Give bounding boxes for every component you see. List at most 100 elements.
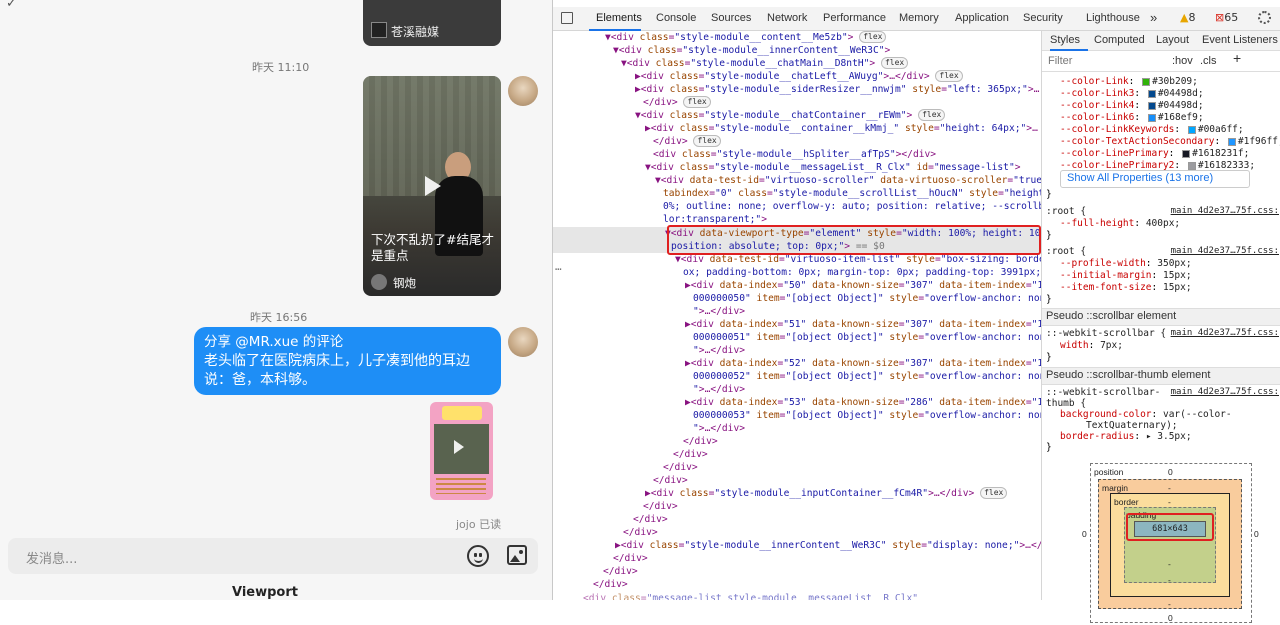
dom-node[interactable]: 0%; outline: none; overflow-y: auto; pos…: [663, 200, 1041, 213]
css-property[interactable]: --item-font-size: 15px;: [1060, 282, 1192, 294]
dom-node[interactable]: ▶<div data-index="50" data-known-size="3…: [685, 279, 1041, 292]
avatar[interactable]: [508, 76, 538, 106]
dom-node[interactable]: ▶<div data-index="51" data-known-size="3…: [685, 318, 1041, 331]
source-link[interactable]: main_4d2e37…75f.css:: [1171, 328, 1279, 340]
dom-node[interactable]: </div> flex: [643, 96, 711, 109]
close-icon[interactable]: ✓: [6, 0, 17, 11]
add-rule-icon[interactable]: +: [1233, 51, 1241, 64]
dom-tree[interactable]: ▼<div class="style-module__content__Me5z…: [553, 31, 1041, 600]
css-property[interactable]: --full-height: 400px;: [1060, 218, 1180, 230]
source-link[interactable]: main_4d2e37…75f.css:: [1171, 387, 1279, 399]
dom-node[interactable]: 000000052" item="[object Object]" style=…: [693, 370, 1041, 383]
css-property[interactable]: border-radius: ▸ 3.5px;: [1060, 431, 1192, 443]
more-tabs-icon[interactable]: »: [1150, 10, 1157, 25]
dom-node[interactable]: </div> flex: [653, 135, 721, 148]
tab-event-listeners[interactable]: Event Listeners: [1202, 34, 1278, 47]
dom-node[interactable]: tabindex="0" class="style-module__scroll…: [663, 187, 1041, 200]
css-property[interactable]: --color-Link3: #04498d;: [1060, 88, 1204, 100]
cls-toggle[interactable]: .cls: [1200, 55, 1217, 68]
dom-node[interactable]: </div>: [623, 526, 658, 539]
css-property[interactable]: --color-TextActionSecondary: #1f96ff;: [1060, 136, 1280, 148]
tab-network[interactable]: Network: [767, 12, 807, 24]
box-model-diagram[interactable]: position 0 0 0 margin - border - padding…: [1082, 463, 1259, 623]
css-property[interactable]: --profile-width: 350px;: [1060, 258, 1192, 270]
css-property[interactable]: --color-Link4: #04498d;: [1060, 100, 1204, 112]
inspect-element-icon[interactable]: [561, 12, 573, 24]
css-property[interactable]: width: 7px;: [1060, 340, 1123, 352]
show-all-properties-button[interactable]: Show All Properties (13 more): [1060, 170, 1250, 188]
tab-security[interactable]: Security: [1023, 12, 1063, 24]
dom-node[interactable]: 000000050" item="[object Object]" style=…: [693, 292, 1041, 305]
warnings-badge[interactable]: ▲8: [1180, 11, 1195, 24]
dom-node[interactable]: ▶<div class="style-module__container__kM…: [645, 122, 1038, 135]
tab-console[interactable]: Console: [656, 12, 696, 24]
video-message-card[interactable]: 下次不乱扔了#结尾才是重点 钢炮: [363, 76, 501, 296]
css-selector[interactable]: ::-webkit-scrollbar-: [1046, 387, 1160, 399]
dom-node[interactable]: ▼<div data-test-id="virtuoso-scroller" d…: [655, 174, 1041, 187]
dom-node[interactable]: ▶<div class="style-module__inputContaine…: [645, 487, 1008, 500]
dom-node[interactable]: </div>: [653, 474, 688, 487]
play-icon[interactable]: [425, 176, 441, 196]
css-selector[interactable]: ::-webkit-scrollbar {: [1046, 328, 1166, 340]
tab-styles[interactable]: Styles: [1050, 34, 1080, 47]
tab-elements[interactable]: Elements: [596, 12, 642, 24]
dom-node[interactable]: ox; padding-bottom: 0px; margin-top: 0px…: [683, 266, 1041, 279]
css-property[interactable]: --color-LinkKeywords: #00a6ff;: [1060, 124, 1244, 136]
emoji-icon[interactable]: [467, 545, 489, 567]
tab-application[interactable]: Application: [955, 12, 1009, 24]
video-message-small[interactable]: [430, 402, 493, 500]
image-upload-icon[interactable]: [507, 545, 527, 565]
shared-comment-bubble[interactable]: 分享 @MR.xue 的评论 老头临了在医院病床上，儿子凑到他的耳边说：爸，本科…: [194, 327, 501, 395]
dom-node[interactable]: 000000051" item="[object Object]" style=…: [693, 331, 1041, 344]
filter-input[interactable]: Filter: [1048, 55, 1072, 68]
play-icon[interactable]: [454, 440, 464, 454]
dom-node[interactable]: </div>: [613, 552, 648, 565]
css-selector[interactable]: thumb {: [1046, 398, 1086, 410]
tab-performance[interactable]: Performance: [823, 12, 886, 24]
errors-badge[interactable]: ⊠65: [1215, 11, 1238, 24]
tab-memory[interactable]: Memory: [899, 12, 939, 24]
css-property[interactable]: --color-Link: #30b209;: [1060, 76, 1198, 88]
dom-node[interactable]: ">…</div>: [693, 305, 745, 318]
source-link[interactable]: main_4d2e37…75f.css:: [1171, 206, 1279, 218]
dom-node[interactable]: </div>: [633, 513, 668, 526]
dom-node[interactable]: ▼<div class="style-module__innerContent_…: [613, 44, 890, 57]
dom-node[interactable]: <div class="style-module__hSpliter__afTp…: [653, 148, 936, 161]
tab-sources[interactable]: Sources: [711, 12, 751, 24]
dom-node[interactable]: 000000053" item="[object Object]" style=…: [693, 409, 1041, 422]
dom-node[interactable]: ">…</div>: [693, 383, 745, 396]
dom-node[interactable]: ▶<div data-index="53" data-known-size="2…: [685, 396, 1041, 409]
css-property[interactable]: --color-LinePrimary: #1618231f;: [1060, 148, 1249, 160]
css-property[interactable]: background-color: var(--color-: [1060, 409, 1232, 421]
tab-computed[interactable]: Computed: [1094, 34, 1145, 47]
dom-node[interactable]: </div>: [603, 565, 638, 578]
hov-toggle[interactable]: :hov: [1172, 55, 1193, 68]
gear-icon[interactable]: [1258, 11, 1271, 24]
source-link[interactable]: main_4d2e37…75f.css:: [1171, 246, 1279, 258]
avatar[interactable]: [508, 327, 538, 357]
dom-node[interactable]: ▶<div class="style-module__chatLeft__AWu…: [635, 70, 963, 83]
dom-node[interactable]: ▼<div class="style-module__chatMain__D8n…: [621, 57, 909, 70]
dom-node[interactable]: ▼<div class="style-module__content__Me5z…: [605, 31, 887, 44]
dom-node[interactable]: ▶<div data-index="52" data-known-size="3…: [685, 357, 1041, 370]
dom-node[interactable]: </div>: [593, 578, 628, 591]
image-message-top[interactable]: 苍溪融媒: [363, 0, 501, 46]
dom-node[interactable]: </div>: [683, 435, 718, 448]
dom-node[interactable]: </div>: [673, 448, 708, 461]
css-selector[interactable]: :root {: [1046, 246, 1086, 258]
dom-node[interactable]: ▶<div class="style-module__innerContent_…: [615, 539, 1041, 552]
dom-node[interactable]: <div class="message-list style-module__m…: [583, 592, 918, 600]
css-selector[interactable]: :root {: [1046, 206, 1086, 218]
dom-node[interactable]: </div>: [663, 461, 698, 474]
dom-node[interactable]: ▶<div class="style-module__siderResizer_…: [635, 83, 1039, 96]
tab-layout[interactable]: Layout: [1156, 34, 1189, 47]
tab-lighthouse[interactable]: Lighthouse: [1086, 12, 1140, 24]
message-input[interactable]: 发消息...: [8, 538, 538, 574]
css-property[interactable]: --initial-margin: 15px;: [1060, 270, 1192, 282]
dom-node[interactable]: </div>: [643, 500, 678, 513]
dom-node[interactable]: ▼<div class="style-module__messageList__…: [645, 161, 1021, 174]
more-dots-icon[interactable]: …: [555, 260, 562, 273]
dom-node[interactable]: ">…</div>: [693, 344, 745, 357]
css-property[interactable]: --color-Link6: #168ef9;: [1060, 112, 1204, 124]
dom-node[interactable]: ▼<div class="style-module__chatContainer…: [635, 109, 946, 122]
